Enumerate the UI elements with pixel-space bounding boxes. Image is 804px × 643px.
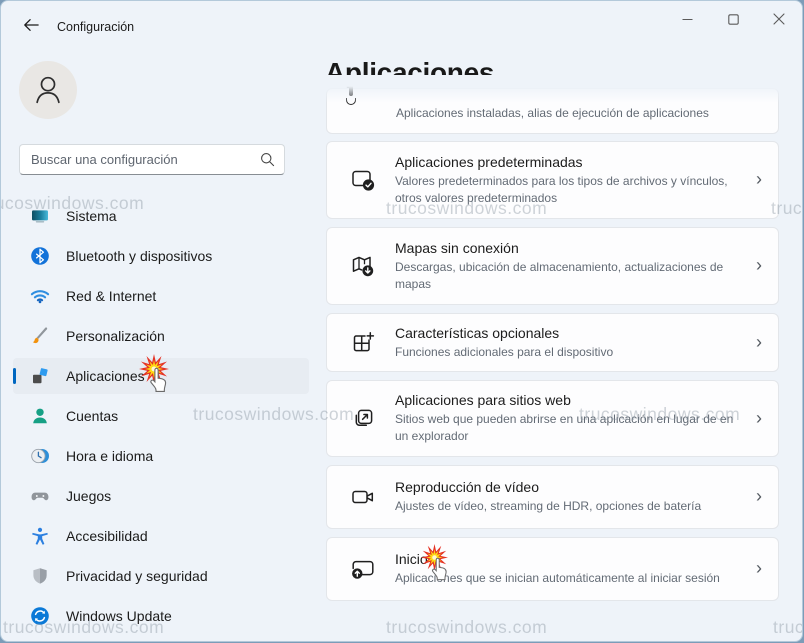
sidebar-item-juegos[interactable]: Juegos	[13, 478, 309, 514]
sidebar-item-label: Aplicaciones	[66, 368, 145, 384]
optional-features-icon	[350, 330, 376, 356]
card-description: Funciones adicionales para el dispositiv…	[395, 344, 746, 361]
card-title: Características opcionales	[395, 325, 746, 341]
card-web-apps[interactable]: Aplicaciones para sitios web Sitios web …	[326, 380, 779, 457]
laptop-icon	[30, 206, 50, 226]
chevron-right-icon[interactable]: ›	[756, 170, 762, 190]
web-apps-icon	[350, 406, 376, 432]
sidebar-nav: Sistema Bluetooth y dispositivos Red & I…	[13, 198, 309, 638]
card-description: Aplicaciones que se inician automáticame…	[395, 570, 746, 587]
sidebar-item-privacidad[interactable]: Privacidad y seguridad	[13, 558, 309, 594]
card-description: Descargas, ubicación de almacenamiento, …	[395, 259, 746, 292]
card-title: Aplicaciones predeterminadas	[395, 154, 746, 170]
installed-apps-icon-fragment	[346, 98, 356, 105]
shield-icon	[30, 566, 50, 586]
sidebar-item-cuentas[interactable]: Cuentas	[13, 398, 309, 434]
sidebar-item-label: Hora e idioma	[66, 448, 153, 464]
default-apps-icon	[350, 167, 376, 193]
card-video-playback[interactable]: Reproducción de vídeo Ajustes de vídeo, …	[326, 465, 779, 529]
card-startup[interactable]: Inicio Aplicaciones que se inician autom…	[326, 537, 779, 601]
sidebar-item-sistema[interactable]: Sistema	[13, 198, 309, 234]
maximize-icon	[728, 14, 739, 25]
chevron-right-icon[interactable]: ›	[756, 559, 762, 579]
card-title: Inicio	[395, 551, 746, 567]
card-installed-apps-partial[interactable]: Aplicaciones instaladas, alias de ejecuc…	[326, 88, 779, 134]
sidebar-item-hora-idioma[interactable]: Hora e idioma	[13, 438, 309, 474]
window-title: Configuración	[57, 20, 134, 34]
search-box	[19, 144, 285, 175]
clock-language-icon	[30, 446, 50, 466]
sidebar-item-label: Sistema	[66, 208, 117, 224]
minimize-button[interactable]	[664, 1, 710, 37]
avatar	[19, 61, 77, 119]
back-button[interactable]	[13, 11, 49, 39]
sidebar-item-red-internet[interactable]: Red & Internet	[13, 278, 309, 314]
watermark: trucoswindows.com	[773, 617, 803, 638]
sidebar-item-label: Bluetooth y dispositivos	[66, 248, 212, 264]
startup-icon	[350, 556, 376, 582]
watermark: trucoswindows.com	[386, 617, 547, 638]
window-controls	[664, 1, 802, 37]
chevron-right-icon[interactable]: ›	[756, 333, 762, 353]
brush-icon	[30, 326, 50, 346]
account-icon	[30, 406, 50, 426]
sidebar-item-label: Red & Internet	[66, 288, 156, 304]
accessibility-icon	[30, 526, 50, 546]
sidebar-item-windows-update[interactable]: Windows Update	[13, 598, 309, 634]
card-title: Aplicaciones para sitios web	[395, 392, 746, 408]
apps-icon	[30, 366, 50, 386]
card-description: Ajustes de vídeo, streaming de HDR, opci…	[395, 498, 746, 515]
sidebar-item-aplicaciones[interactable]: Aplicaciones	[13, 358, 309, 394]
minimize-icon	[682, 14, 693, 25]
video-playback-icon	[350, 484, 376, 510]
settings-window: Configuración	[0, 0, 803, 642]
chevron-right-icon[interactable]: ›	[756, 409, 762, 429]
sidebar-item-bluetooth[interactable]: Bluetooth y dispositivos	[13, 238, 309, 274]
search-input[interactable]	[31, 152, 260, 167]
close-button[interactable]	[756, 1, 802, 37]
sidebar-item-label: Privacidad y seguridad	[66, 568, 208, 584]
wifi-icon	[30, 286, 50, 306]
back-arrow-icon	[23, 18, 39, 32]
card-description: Aplicaciones instaladas, alias de ejecuc…	[396, 105, 748, 122]
close-icon	[773, 13, 785, 25]
sidebar-item-label: Accesibilidad	[66, 528, 148, 544]
card-offline-maps[interactable]: Mapas sin conexión Descargas, ubicación …	[326, 227, 779, 305]
sidebar-item-accesibilidad[interactable]: Accesibilidad	[13, 518, 309, 554]
gamepad-icon	[30, 486, 50, 506]
offline-maps-icon	[350, 253, 376, 279]
chevron-right-icon[interactable]: ›	[756, 487, 762, 507]
maximize-button[interactable]	[710, 1, 756, 37]
search-icon	[260, 152, 275, 167]
person-icon	[27, 69, 69, 111]
card-title: Reproducción de vídeo	[395, 479, 746, 495]
sidebar-item-label: Personalización	[66, 328, 165, 344]
card-description: Valores predeterminados para los tipos d…	[395, 173, 746, 206]
update-icon	[30, 606, 50, 626]
sidebar-item-personalizacion[interactable]: Personalización	[13, 318, 309, 354]
card-optional-features[interactable]: Características opcionales Funciones adi…	[326, 313, 779, 372]
installed-apps-icon	[349, 83, 353, 96]
sidebar-item-label: Cuentas	[66, 408, 118, 424]
sidebar-item-label: Juegos	[66, 488, 111, 504]
bluetooth-icon	[30, 246, 50, 266]
chevron-right-icon[interactable]: ›	[756, 256, 762, 276]
card-description: Sitios web que pueden abrirse en una apl…	[395, 411, 746, 444]
sidebar-item-label: Windows Update	[66, 608, 172, 624]
card-title: Mapas sin conexión	[395, 240, 746, 256]
card-default-apps[interactable]: Aplicaciones predeterminadas Valores pre…	[326, 141, 779, 219]
